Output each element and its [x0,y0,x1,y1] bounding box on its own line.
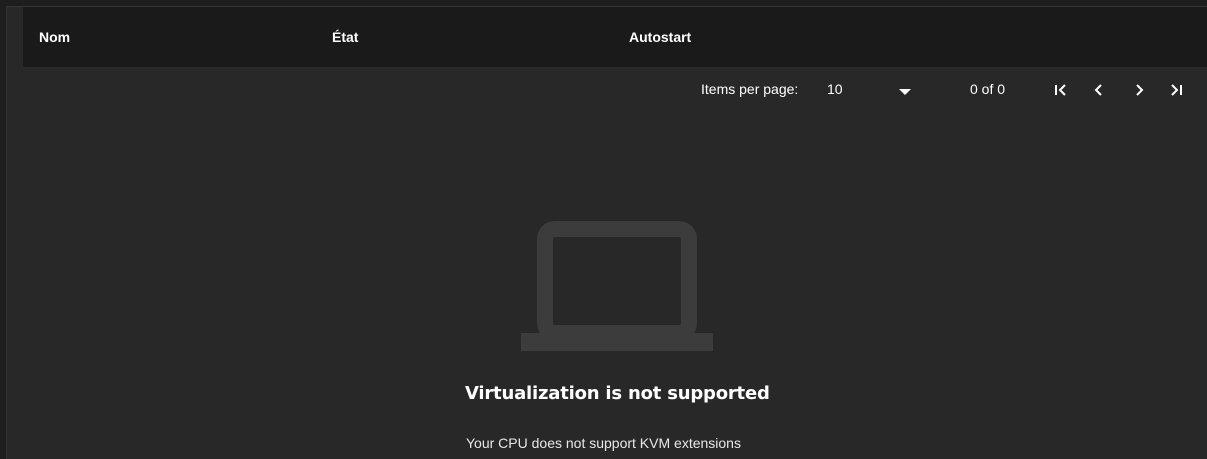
items-per-page-label: Items per page: [701,81,799,97]
first-page-button[interactable] [1047,75,1075,105]
first-page-icon [1055,84,1066,96]
column-header-etat[interactable]: État [332,29,358,45]
last-page-button[interactable] [1162,75,1190,105]
empty-state-title: Virtualization is not supported [465,383,770,404]
laptop-icon [521,221,713,351]
vm-list-card: Nom État Autostart Items per page: 10 0 … [6,6,1207,459]
empty-state-message: Your CPU does not support KVM extensions [466,435,741,451]
column-header-autostart[interactable]: Autostart [629,29,691,45]
next-page-button[interactable] [1125,75,1153,105]
column-header-nom[interactable]: Nom [39,29,70,45]
range-label: 0 of 0 [970,81,1006,97]
chevron-left-icon [1094,84,1102,96]
last-page-icon [1171,84,1182,96]
paginator: Items per page: 10 0 of 0 [7,67,1207,113]
previous-page-button[interactable] [1085,75,1113,105]
table-header: Nom État Autostart [23,7,1207,67]
chevron-down-icon[interactable] [899,89,911,95]
page-size-select[interactable]: 10 [827,81,843,97]
chevron-right-icon [1136,84,1144,96]
